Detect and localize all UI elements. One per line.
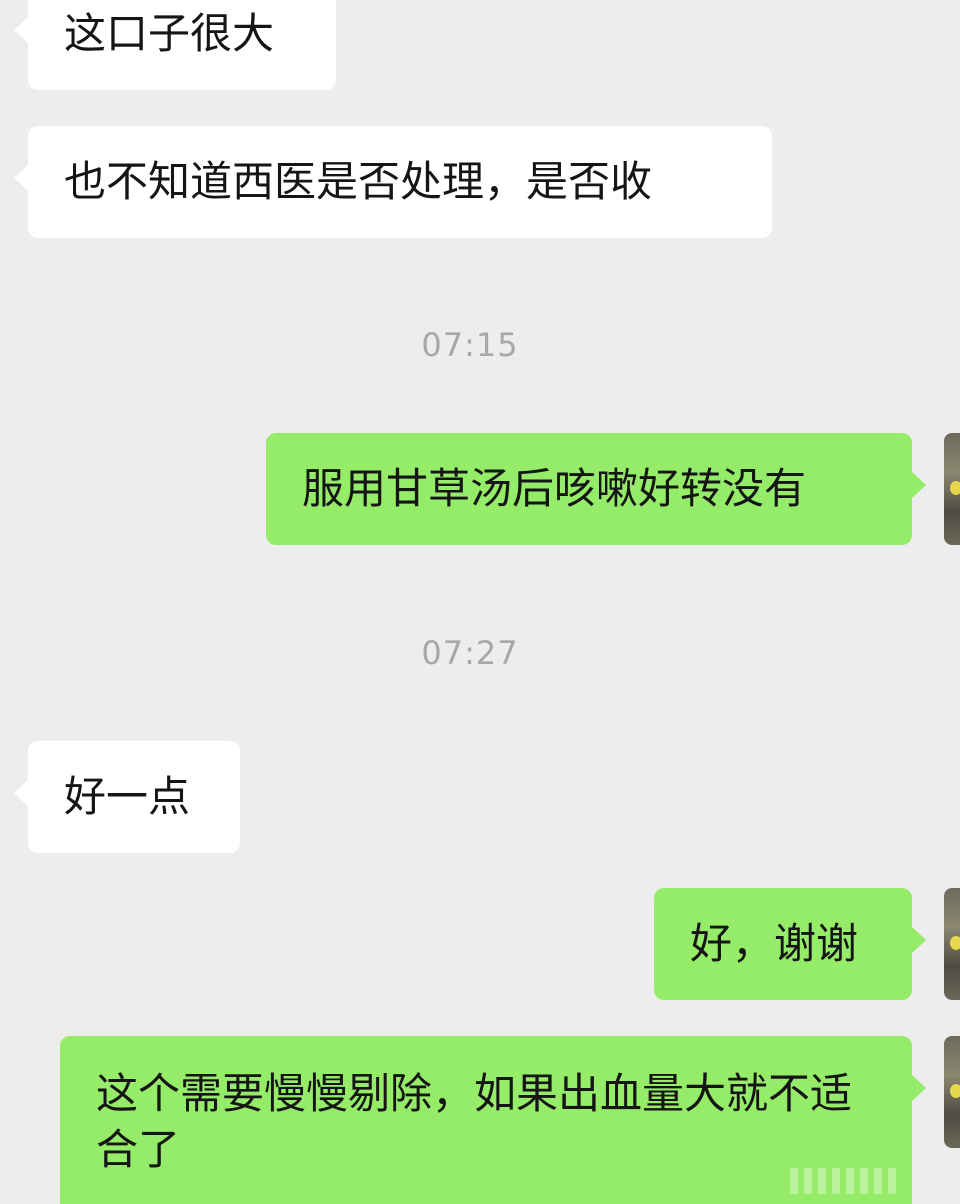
message-text: 这个需要慢慢剔除，如果出血量大就不适合了 (96, 1069, 853, 1174)
message-text: 好一点 (64, 772, 191, 821)
message-text: 也不知道西医是否处理，是否收 (64, 157, 653, 206)
timestamp: 07:15 (421, 326, 519, 364)
message-text: 好，谢谢 (690, 919, 859, 968)
message-bubble-outgoing[interactable]: 服用甘草汤后咳嗽好转没有 (266, 433, 926, 545)
timestamp: 07:27 (421, 634, 519, 672)
message-bubble-outgoing[interactable]: 好，谢谢 (654, 888, 926, 1000)
user-avatar[interactable] (944, 888, 960, 1000)
user-avatar[interactable] (944, 433, 960, 545)
message-text: 服用甘草汤后咳嗽好转没有 (302, 464, 807, 513)
message-bubble-incoming[interactable]: 好一点 (14, 741, 240, 853)
watermark-logo (790, 1168, 940, 1198)
message-bubble-incoming[interactable]: 也不知道西医是否处理，是否收 (14, 126, 772, 238)
message-bubble-outgoing[interactable]: 这个需要慢慢剔除，如果出血量大就不适合了 (60, 1036, 926, 1204)
message-bubble-incoming[interactable]: 这口子很大 (14, 0, 336, 90)
user-avatar[interactable] (944, 1036, 960, 1148)
message-text: 这口子很大 (64, 9, 275, 58)
